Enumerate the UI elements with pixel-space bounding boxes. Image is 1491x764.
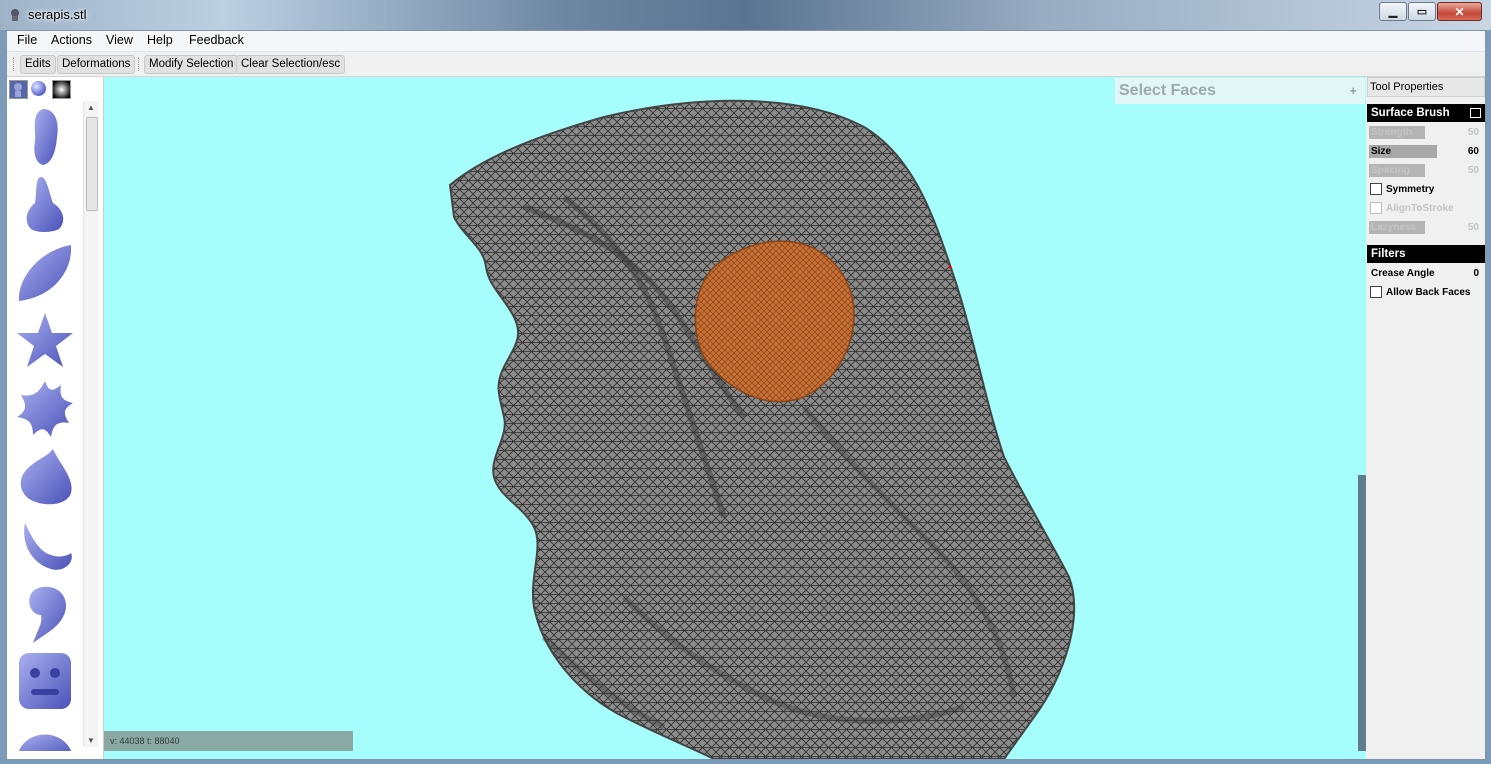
maximize-icon: ▭ xyxy=(1416,6,1428,18)
maximize-button[interactable]: ▭ xyxy=(1408,2,1436,21)
crease-angle-label: Crease Angle xyxy=(1371,268,1435,279)
cursor-marker xyxy=(948,265,952,269)
spacing-value: 50 xyxy=(1467,165,1479,176)
3d-viewport[interactable]: Select Faces + v: 44038 t: 88040 xyxy=(104,77,1366,759)
scroll-up-icon[interactable]: ▲ xyxy=(87,103,95,112)
window-title: serapis.stl xyxy=(28,7,87,22)
size-label: Size xyxy=(1371,146,1392,157)
allow-back-faces-checkbox[interactable]: Allow Back Faces xyxy=(1367,285,1485,301)
app-frame: File Actions View Help Feedback Edits De… xyxy=(6,30,1486,760)
palette-scroll-thumb[interactable] xyxy=(86,117,98,211)
dome-stamp[interactable] xyxy=(13,717,77,751)
menu-view[interactable]: View xyxy=(102,33,137,47)
close-icon: ✕ xyxy=(1454,4,1465,19)
filters-title: Filters xyxy=(1371,248,1406,260)
tool-properties-panel: Tool Properties Surface Brush Strength 5… xyxy=(1367,77,1485,759)
scroll-down-icon[interactable]: ▼ xyxy=(87,736,95,745)
align-to-stroke-label: AlignToStroke xyxy=(1386,203,1454,214)
vertex-triangle-count: v: 44038 t: 88040 xyxy=(110,736,180,746)
lazyness-value: 50 xyxy=(1467,222,1479,233)
surface-brush-title: Surface Brush xyxy=(1371,107,1450,119)
face-mask-stamp[interactable] xyxy=(13,105,77,169)
viewport-scrollbar[interactable] xyxy=(1358,475,1366,751)
comma-stamp[interactable] xyxy=(13,581,77,645)
menu-bar: File Actions View Help Feedback xyxy=(7,31,1485,52)
filters-header[interactable]: Filters xyxy=(1367,245,1485,263)
minimize-button[interactable]: ▁ xyxy=(1379,2,1407,21)
splat-stamp[interactable] xyxy=(13,377,77,441)
strength-value: 50 xyxy=(1467,127,1479,138)
toolbar: Edits Deformations Modify Selection Clea… xyxy=(7,52,1485,77)
allow-back-faces-label: Allow Back Faces xyxy=(1386,287,1471,298)
align-to-stroke-checkbox[interactable]: AlignToStroke xyxy=(1367,201,1485,217)
title-bar: serapis.stl ▁ ▭ ✕ xyxy=(0,0,1491,30)
minimize-icon: ▁ xyxy=(1388,6,1398,18)
nose-stamp[interactable] xyxy=(13,173,77,237)
crescent-stamp[interactable] xyxy=(13,445,77,509)
palette-scrollbar[interactable]: ▲ ▼ xyxy=(83,101,98,747)
crease-angle-value: 0 xyxy=(1473,268,1479,279)
size-slider[interactable]: Size 60 xyxy=(1367,144,1485,160)
leaf-stamp[interactable] xyxy=(13,241,77,305)
symmetry-check-icon[interactable] xyxy=(1370,183,1382,195)
gargoyle-face-stamp[interactable] xyxy=(13,649,77,713)
claw-stamp[interactable] xyxy=(13,513,77,577)
symmetry-label: Symmetry xyxy=(1386,184,1435,195)
lazyness-label: Lazyness xyxy=(1371,222,1417,233)
expand-icon[interactable]: + xyxy=(1349,83,1357,98)
symmetry-checkbox[interactable]: Symmetry xyxy=(1367,182,1485,198)
star-stamp[interactable] xyxy=(13,309,77,373)
spacing-label: Spacing xyxy=(1371,165,1410,176)
bust-tab-icon[interactable] xyxy=(9,80,28,99)
collapse-icon[interactable] xyxy=(1470,108,1481,118)
edits-button[interactable]: Edits xyxy=(20,55,56,74)
sphere-tab-icon[interactable] xyxy=(30,80,47,97)
surface-brush-header[interactable]: Surface Brush xyxy=(1367,104,1485,122)
menu-feedback[interactable]: Feedback xyxy=(185,33,248,47)
toolbar-grip[interactable] xyxy=(13,57,16,71)
modify-selection-button[interactable]: Modify Selection xyxy=(144,55,239,74)
palette-tabs xyxy=(9,79,101,99)
deformations-button[interactable]: Deformations xyxy=(57,55,136,74)
toolbar-grip[interactable] xyxy=(138,57,141,71)
gradient-tab-icon[interactable] xyxy=(52,80,71,99)
stamp-list xyxy=(7,101,85,751)
spacing-slider[interactable]: Spacing 50 xyxy=(1367,163,1485,179)
mesh-model[interactable] xyxy=(104,77,1366,759)
strength-label: Strength xyxy=(1371,127,1413,138)
stamp-palette: ▲ ▼ xyxy=(7,77,104,759)
lazyness-slider[interactable]: Lazyness 50 xyxy=(1367,220,1485,236)
mesh-status-bar: v: 44038 t: 88040 xyxy=(104,731,353,751)
clear-selection-button[interactable]: Clear Selection/esc xyxy=(236,55,346,74)
crease-angle-field[interactable]: Crease Angle 0 xyxy=(1367,266,1485,282)
tool-properties-title: Tool Properties xyxy=(1367,77,1485,97)
align-check-icon[interactable] xyxy=(1370,202,1382,214)
select-faces-panel: Select Faces + xyxy=(1115,78,1365,104)
select-faces-title: Select Faces xyxy=(1119,82,1216,99)
back-faces-check-icon[interactable] xyxy=(1370,286,1382,298)
app-icon xyxy=(11,9,19,21)
menu-file[interactable]: File xyxy=(13,33,41,47)
menu-actions[interactable]: Actions xyxy=(47,33,96,47)
strength-slider[interactable]: Strength 50 xyxy=(1367,125,1485,141)
menu-help[interactable]: Help xyxy=(143,33,177,47)
close-button[interactable]: ✕ xyxy=(1437,2,1482,21)
size-value: 60 xyxy=(1467,146,1479,157)
